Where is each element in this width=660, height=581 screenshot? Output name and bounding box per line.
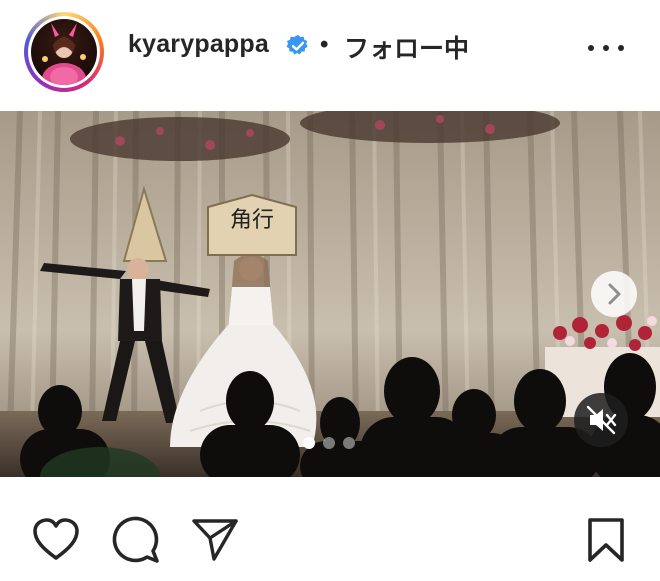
bookmark-icon[interactable] [586, 517, 626, 563]
separator-dot: • [320, 31, 329, 58]
carousel-dot [323, 437, 335, 449]
next-slide-button[interactable] [591, 271, 637, 317]
follow-status-button[interactable]: フォロー中 [344, 29, 469, 65]
username[interactable]: kyarypappa [128, 30, 269, 59]
speaker-muted-icon [586, 405, 617, 435]
paper-plane-icon[interactable] [190, 516, 240, 562]
carousel-dot [343, 437, 355, 449]
video-frame: 角行 [0, 111, 660, 477]
post-header: kyarypappa • フォロー中 [0, 0, 660, 106]
avatar[interactable] [24, 12, 104, 92]
more-options-icon[interactable] [586, 41, 626, 57]
action-bar [0, 500, 660, 581]
placard-text: 角行 [230, 208, 274, 233]
carousel-dot [303, 437, 315, 449]
mute-toggle-button[interactable] [574, 393, 628, 447]
avatar-photo [31, 19, 97, 85]
comment-bubble-icon[interactable] [112, 516, 162, 564]
chevron-right-icon [608, 283, 621, 305]
heart-icon[interactable] [32, 518, 80, 562]
post-media-video[interactable]: 角行 [0, 111, 660, 477]
verified-badge-icon [286, 34, 308, 55]
